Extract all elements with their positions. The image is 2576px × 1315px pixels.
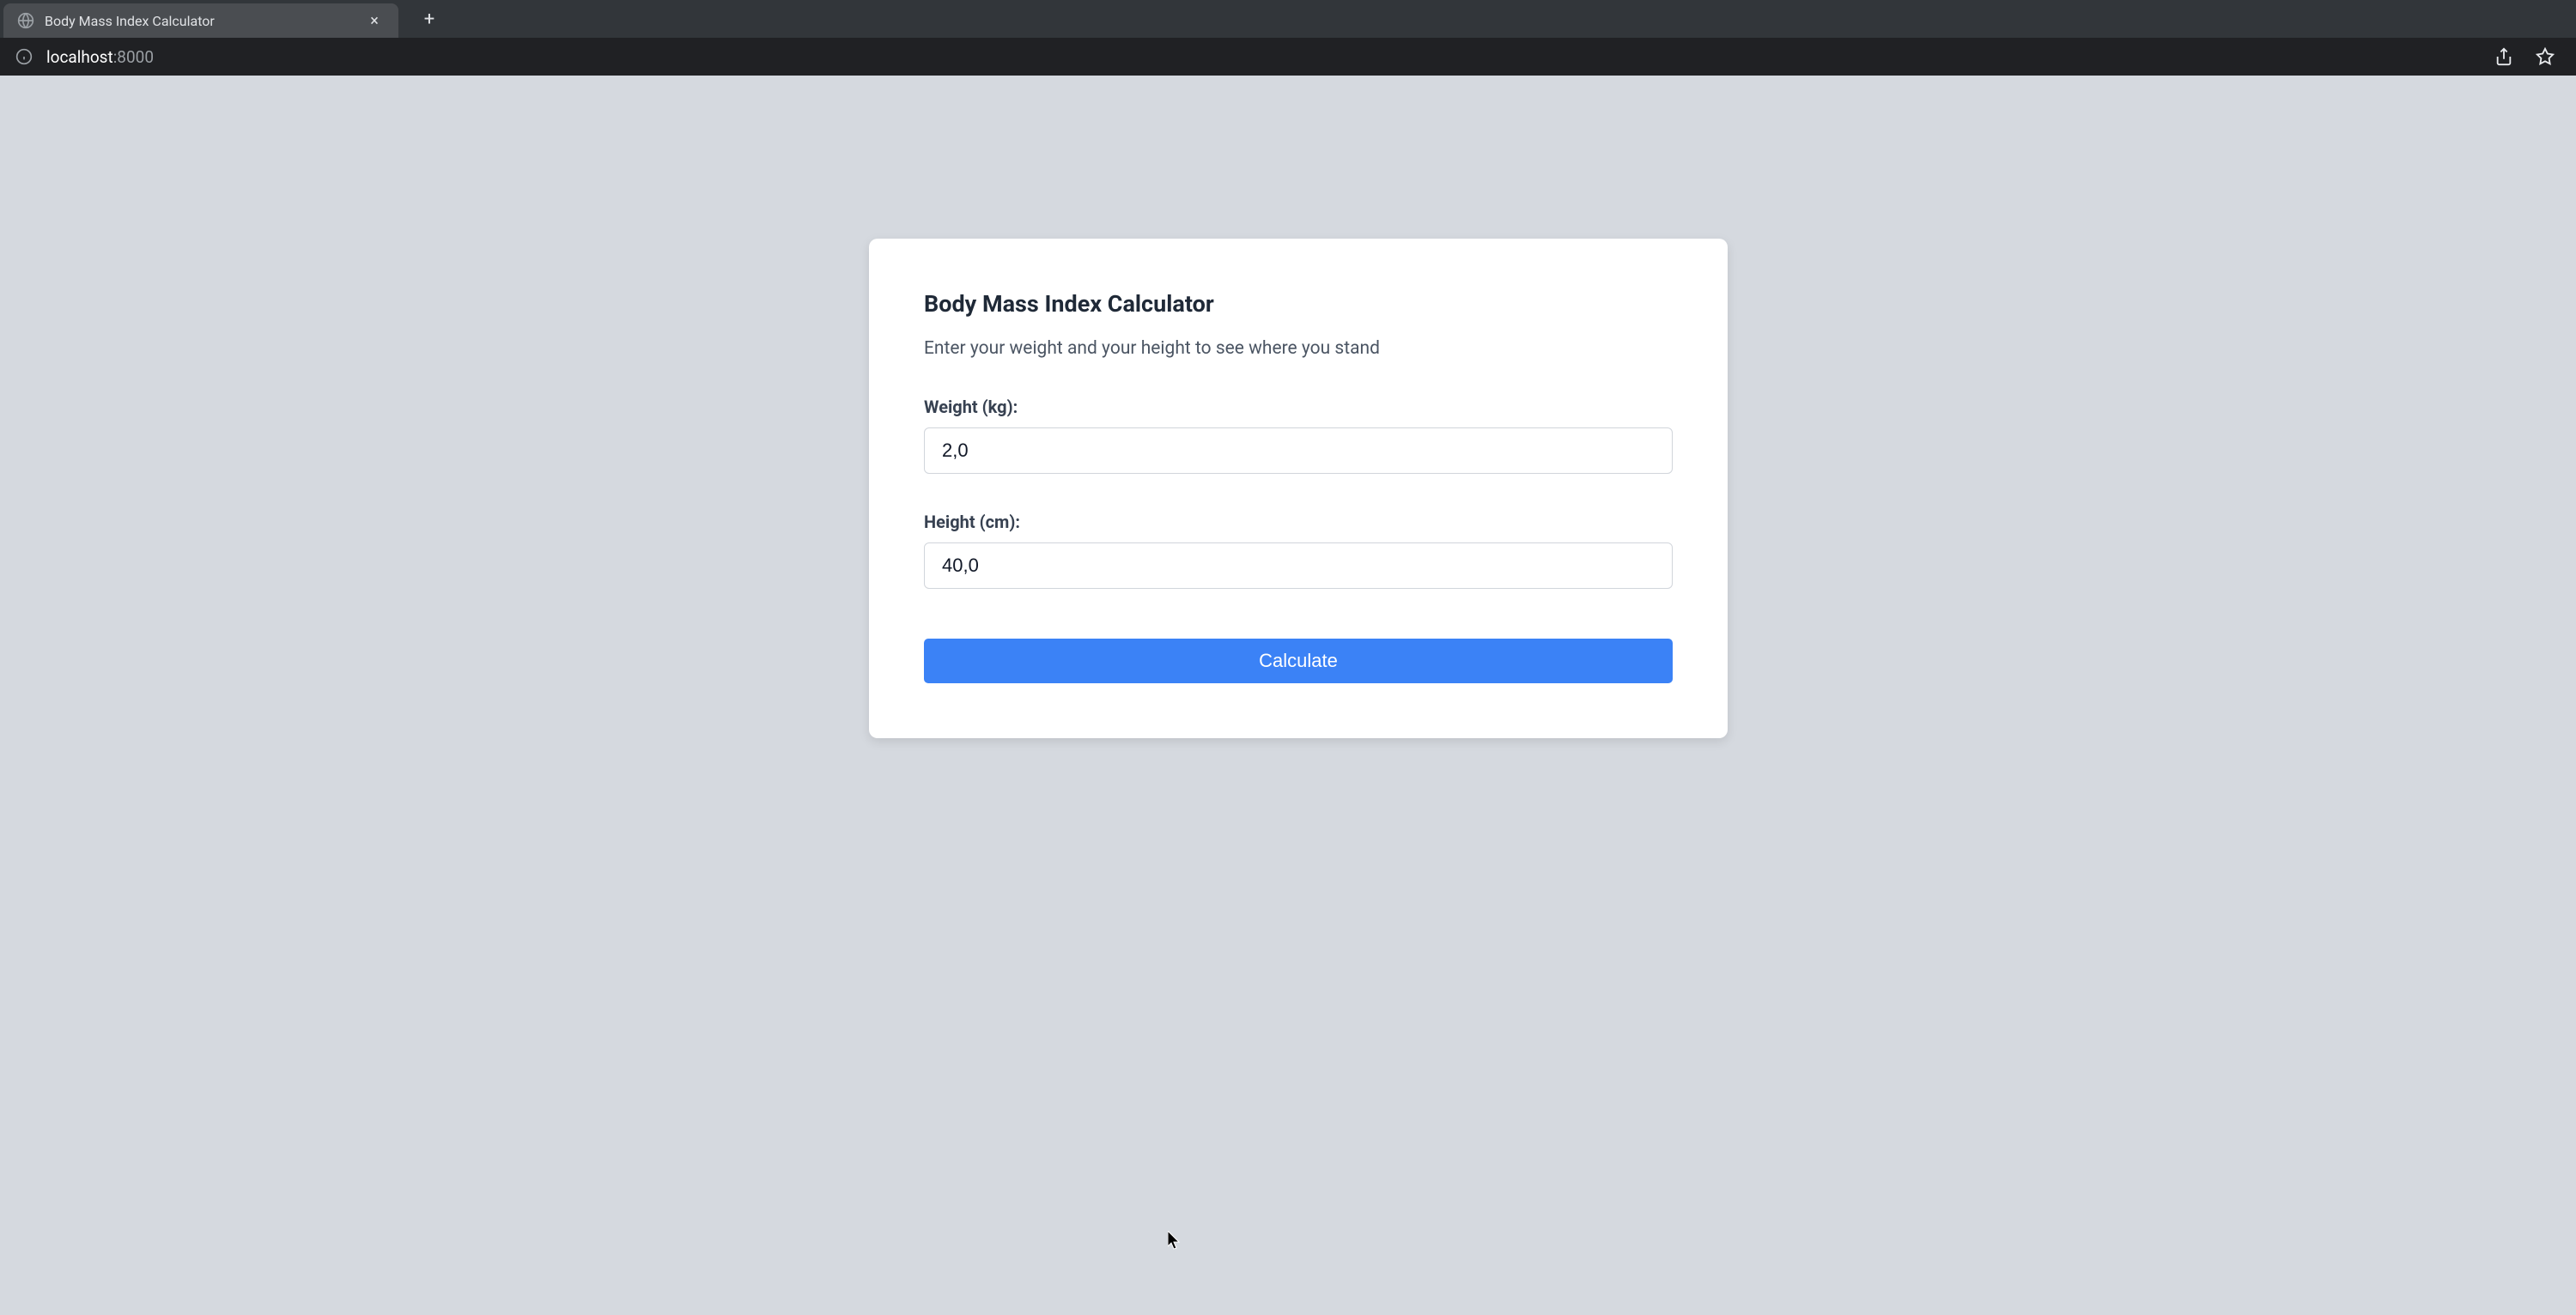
card-title: Body Mass Index Calculator: [924, 290, 1673, 318]
tab-title: Body Mass Index Calculator: [45, 13, 355, 29]
browser-chrome: Body Mass Index Calculator × + localhost…: [0, 0, 2576, 76]
weight-input[interactable]: [924, 427, 1673, 474]
star-icon[interactable]: [2535, 46, 2555, 67]
url-host: localhost: [46, 47, 113, 67]
globe-icon: [17, 12, 34, 29]
url-port: :8000: [113, 47, 154, 67]
info-icon[interactable]: [14, 46, 34, 67]
weight-group: Weight (kg):: [924, 397, 1673, 474]
viewport: Body Mass Index Calculator Enter your we…: [0, 76, 2576, 1315]
card-subtitle: Enter your weight and your height to see…: [924, 338, 1673, 359]
height-label: Height (cm):: [924, 512, 1673, 532]
height-group: Height (cm):: [924, 512, 1673, 589]
share-icon[interactable]: [2494, 46, 2514, 67]
weight-label: Weight (kg):: [924, 397, 1673, 417]
cursor-icon: [1168, 1231, 1182, 1251]
tab-bar: Body Mass Index Calculator × +: [0, 0, 2576, 38]
height-input[interactable]: [924, 542, 1673, 589]
browser-tab[interactable]: Body Mass Index Calculator ×: [3, 3, 398, 38]
toolbar-right: [2494, 46, 2562, 67]
bmi-card: Body Mass Index Calculator Enter your we…: [869, 239, 1728, 738]
address-bar-row: localhost:8000: [0, 38, 2576, 76]
address-bar[interactable]: localhost:8000: [46, 47, 2494, 67]
new-tab-button[interactable]: +: [414, 3, 445, 34]
close-icon[interactable]: ×: [366, 12, 383, 29]
calculate-button[interactable]: Calculate: [924, 639, 1673, 683]
